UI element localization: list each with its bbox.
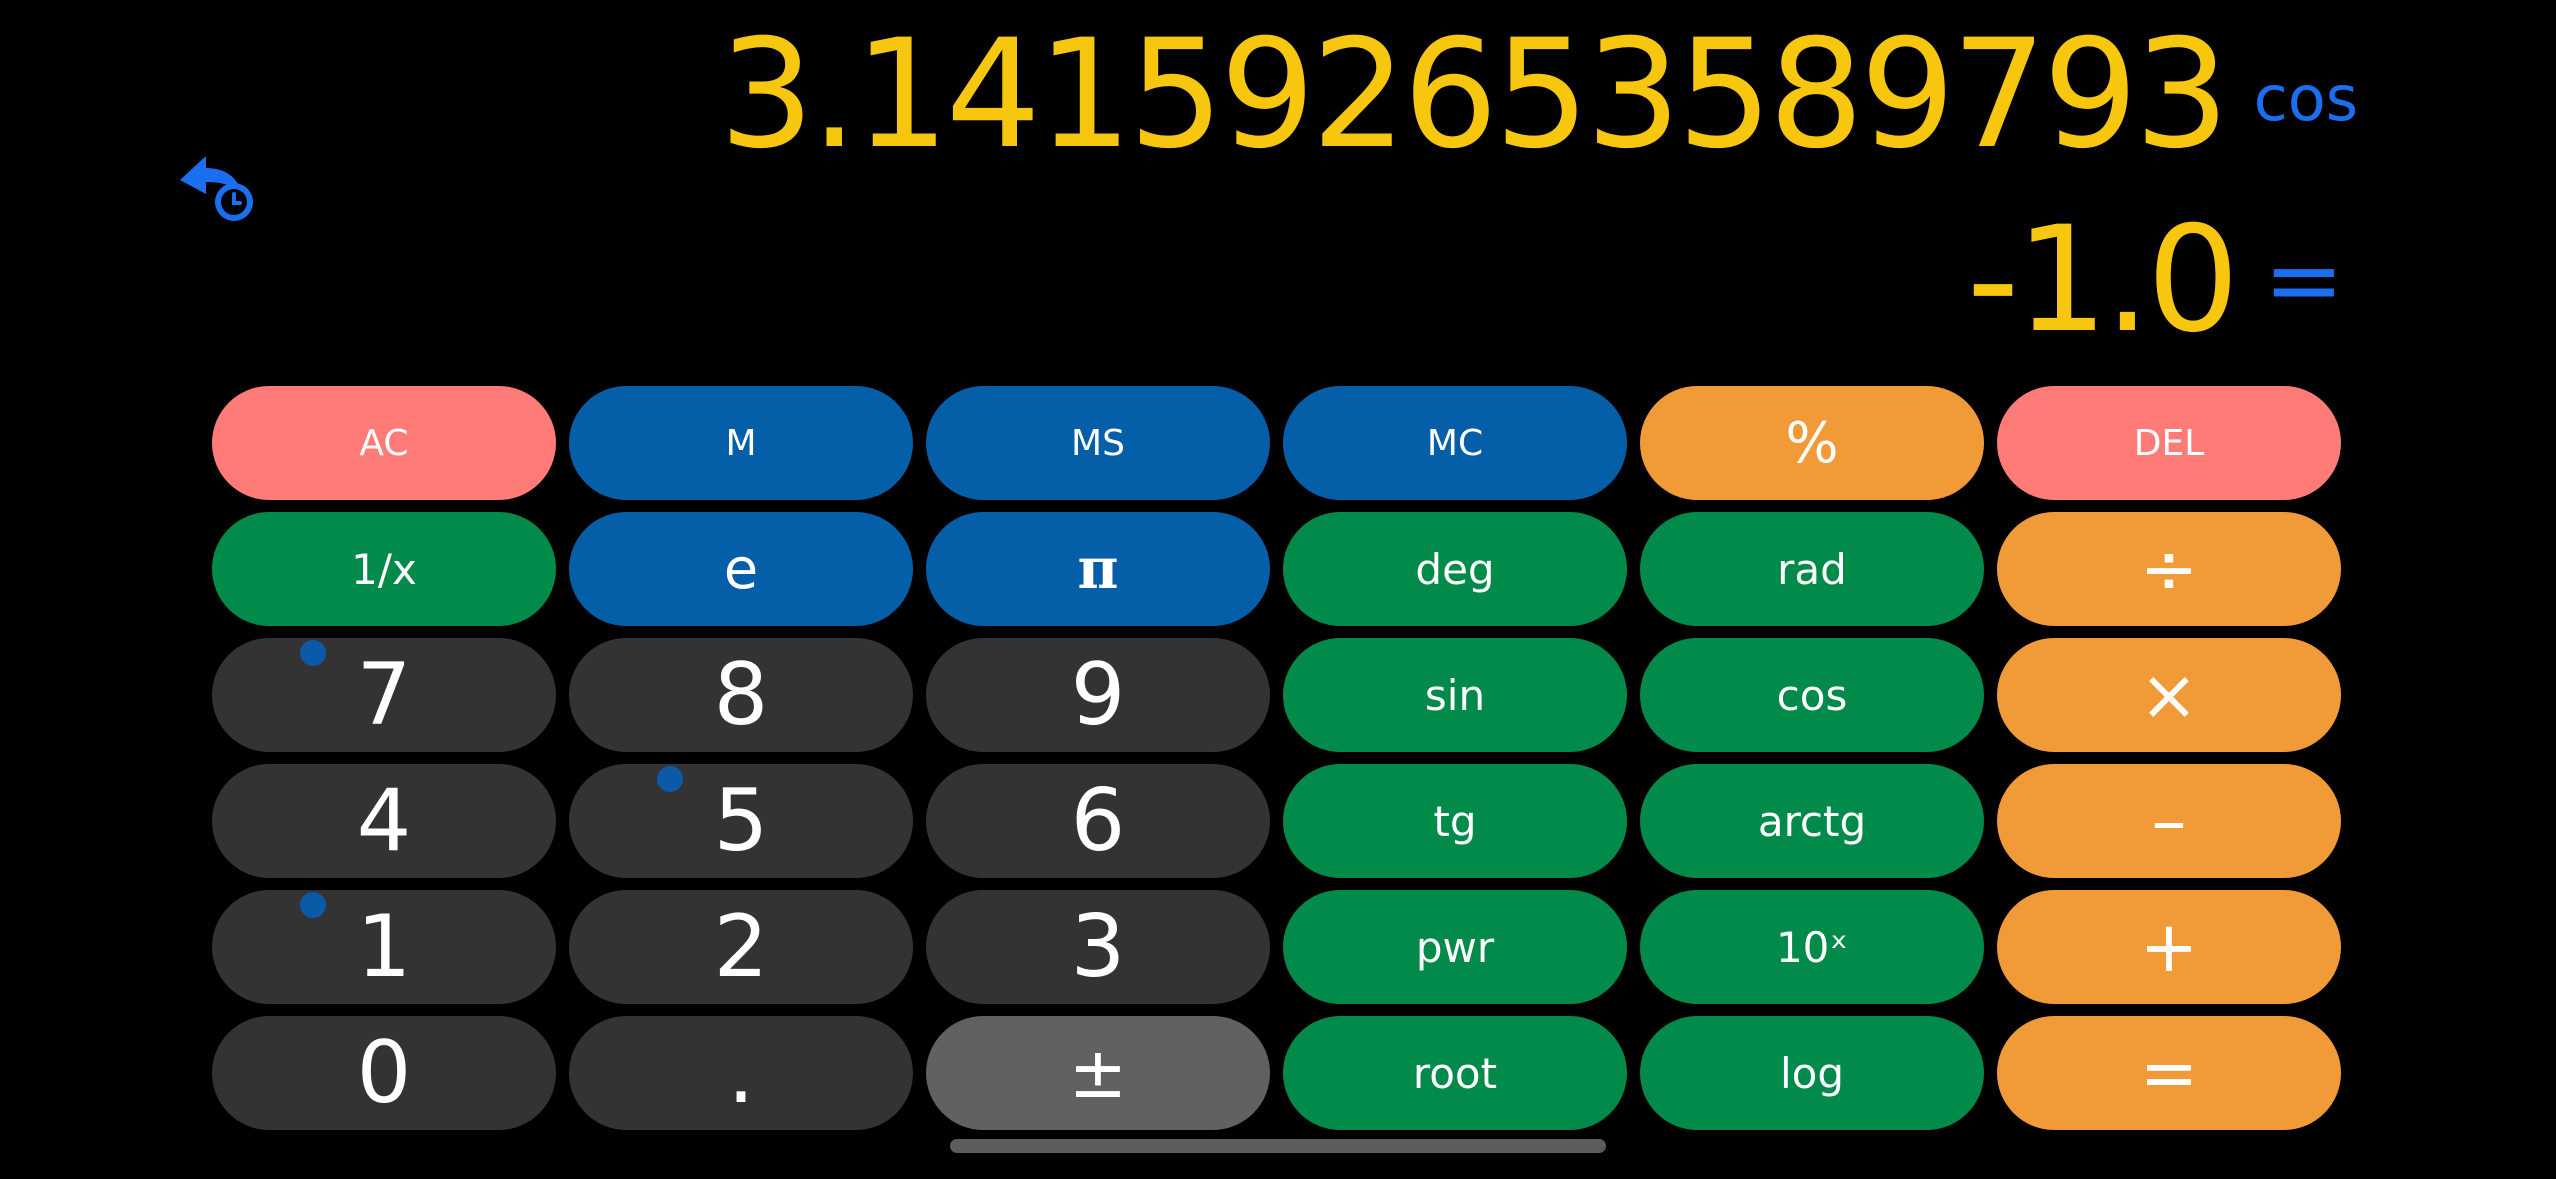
arctangent-key[interactable]: arctg: [1640, 764, 1984, 878]
delete-key[interactable]: DEL: [1997, 386, 2341, 500]
calculator-app: 3.141592653589793 cos -1.0 = AC M MS MC …: [0, 0, 2556, 1179]
history-button[interactable]: [172, 150, 256, 224]
digit-5-key[interactable]: 5: [569, 764, 913, 878]
ten-power-key[interactable]: 10ˣ: [1640, 890, 1984, 1004]
decimal-point-key[interactable]: .: [569, 1016, 913, 1130]
degrees-key[interactable]: deg: [1283, 512, 1627, 626]
keypad: AC M MS MC % DEL 1/x e π deg rad ÷ 7 8 9…: [212, 386, 2344, 1130]
result-display: -1.0 =: [1967, 200, 2344, 360]
digit-9-key[interactable]: 9: [926, 638, 1270, 752]
log-key[interactable]: log: [1640, 1016, 1984, 1130]
memory-indicator-dot: [657, 766, 683, 792]
expression-value: 3.141592653589793: [719, 8, 2230, 182]
digit-7-label: 7: [356, 645, 412, 745]
history-undo-icon: [180, 156, 253, 221]
digit-6-key[interactable]: 6: [926, 764, 1270, 878]
add-key[interactable]: +: [1997, 890, 2341, 1004]
digit-4-key[interactable]: 4: [212, 764, 556, 878]
divide-key[interactable]: ÷: [1997, 512, 2341, 626]
memory-store-key[interactable]: MS: [926, 386, 1270, 500]
pi-constant-key[interactable]: π: [926, 512, 1270, 626]
result-equals-sign: =: [2263, 224, 2344, 336]
memory-clear-key[interactable]: MC: [1283, 386, 1627, 500]
digit-8-key[interactable]: 8: [569, 638, 913, 752]
root-key[interactable]: root: [1283, 1016, 1627, 1130]
percent-key[interactable]: %: [1640, 386, 1984, 500]
sign-toggle-key[interactable]: ±: [926, 1016, 1270, 1130]
digit-7-key[interactable]: 7: [212, 638, 556, 752]
digit-5-label: 5: [713, 771, 769, 871]
expression-operation: cos: [2253, 62, 2358, 135]
radians-key[interactable]: rad: [1640, 512, 1984, 626]
power-key[interactable]: pwr: [1283, 890, 1627, 1004]
digit-0-key[interactable]: 0: [212, 1016, 556, 1130]
cos-key[interactable]: cos: [1640, 638, 1984, 752]
subtract-key[interactable]: –: [1997, 764, 2341, 878]
sin-key[interactable]: sin: [1283, 638, 1627, 752]
digit-1-key[interactable]: 1: [212, 890, 556, 1004]
digit-1-label: 1: [356, 897, 412, 997]
home-indicator[interactable]: [950, 1139, 1606, 1153]
multiply-key[interactable]: ×: [1997, 638, 2341, 752]
memory-indicator-dot: [300, 640, 326, 666]
result-value: -1.0: [1966, 195, 2240, 365]
memory-recall-key[interactable]: M: [569, 386, 913, 500]
equals-key[interactable]: =: [1997, 1016, 2341, 1130]
ac-key[interactable]: AC: [212, 386, 556, 500]
tangent-key[interactable]: tg: [1283, 764, 1627, 878]
digit-2-key[interactable]: 2: [569, 890, 913, 1004]
reciprocal-key[interactable]: 1/x: [212, 512, 556, 626]
expression-display: 3.141592653589793 cos: [719, 10, 2358, 180]
memory-indicator-dot: [300, 892, 326, 918]
digit-3-key[interactable]: 3: [926, 890, 1270, 1004]
e-constant-key[interactable]: e: [569, 512, 913, 626]
